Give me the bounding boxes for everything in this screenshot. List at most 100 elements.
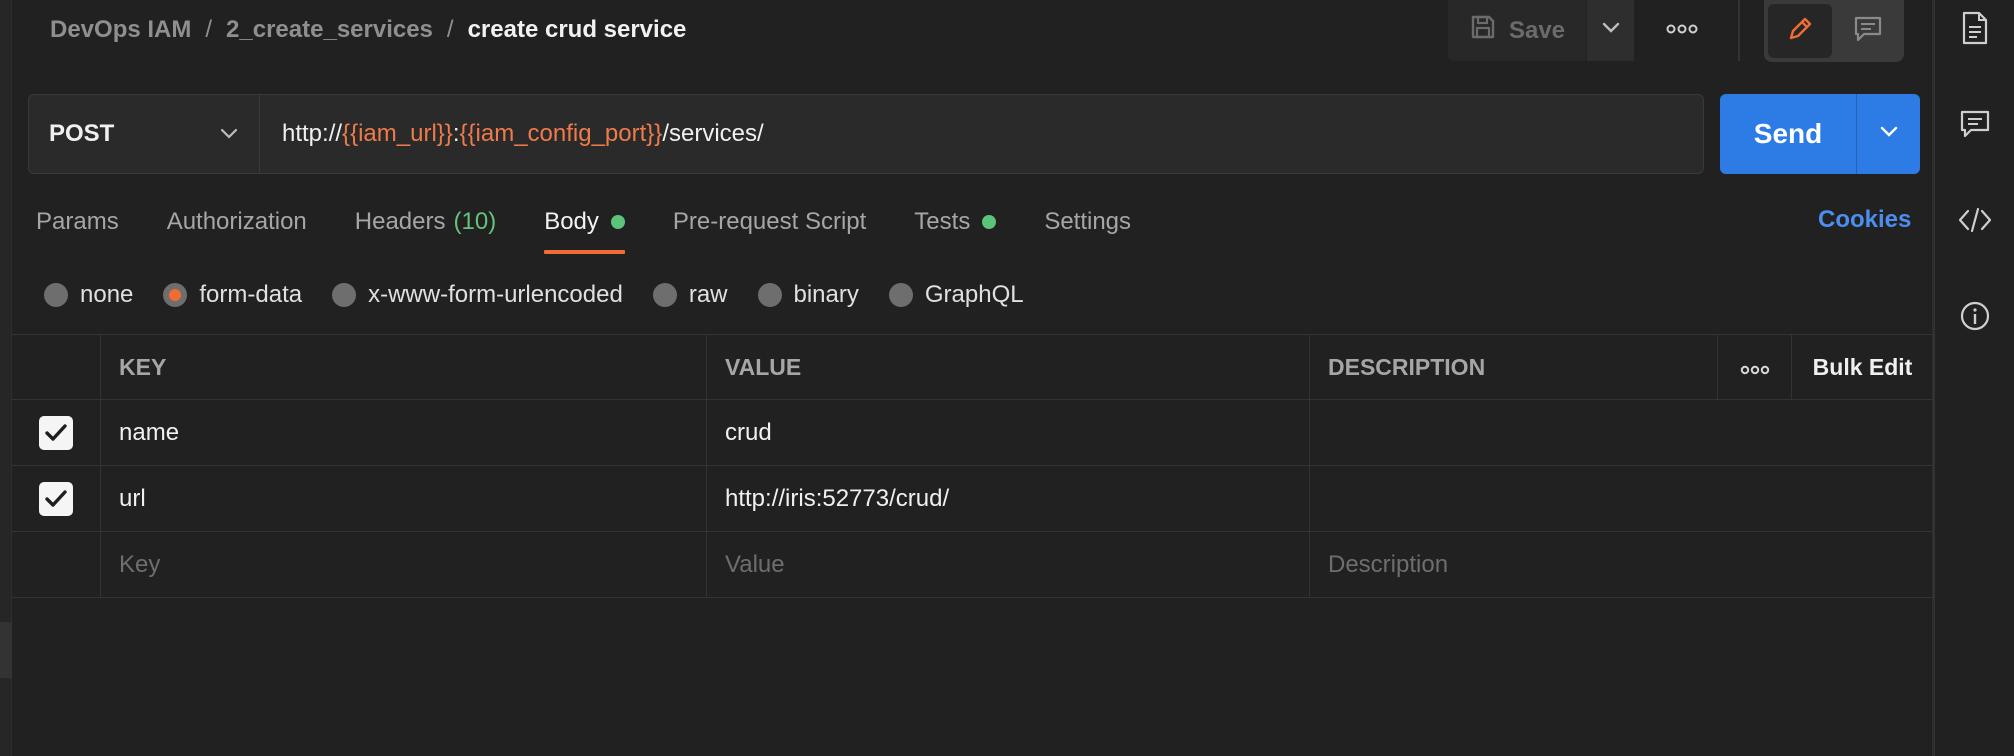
radio-button[interactable] [888, 283, 913, 307]
value-placeholder: Value [725, 550, 785, 578]
save-options-button[interactable] [1586, 0, 1634, 61]
method-select[interactable]: POST [28, 94, 260, 174]
key-input[interactable]: Key [101, 532, 707, 597]
key-cell[interactable]: name [101, 400, 707, 465]
tab-label: Tests [914, 208, 971, 235]
ellipsis-icon [1740, 354, 1770, 381]
method-label: POST [49, 120, 115, 147]
breadcrumb-folder[interactable]: 2_create_services [226, 16, 433, 44]
body-type-none[interactable]: none [44, 281, 133, 309]
tab-label: Body [544, 208, 599, 235]
pencil-icon [1785, 14, 1815, 49]
tab-label: Headers [354, 208, 446, 235]
cookies-link[interactable]: Cookies [1818, 206, 1911, 234]
more-actions-button[interactable] [1660, 14, 1704, 46]
value-cell[interactable]: http://iris:52773/crud/ [707, 466, 1310, 531]
url-variable: {{iam_url}} [342, 120, 453, 147]
radio-button[interactable] [44, 283, 68, 307]
radio-label: form-data [199, 281, 303, 308]
send-button[interactable]: Send [1720, 94, 1856, 174]
edit-mode-button[interactable] [1768, 4, 1832, 58]
key-placeholder: Key [119, 550, 161, 578]
value-cell[interactable]: crud [707, 400, 1310, 465]
document-icon [1961, 11, 1989, 50]
tab-pre-request-script[interactable]: Pre-request Script [673, 200, 866, 244]
key-text: name [119, 418, 180, 446]
form-data-table: KEY VALUE DESCRIPTION Bulk Edit name cru… [12, 334, 1934, 598]
row-enabled-checkbox[interactable] [39, 415, 73, 450]
url-input[interactable]: http://{{iam_url}}: {{iam_config_port}}/s… [260, 94, 1704, 174]
radio-label: GraphQL [924, 281, 1024, 308]
tab-settings[interactable]: Settings [1044, 200, 1131, 244]
request-title[interactable]: create crud service [468, 16, 687, 44]
bulk-edit-button[interactable]: Bulk Edit [1792, 335, 1934, 399]
comments-icon [1959, 109, 1991, 144]
table-row: url http://iris:52773/crud/ [12, 466, 1934, 532]
tab-params[interactable]: Params [36, 200, 119, 244]
breadcrumb-separator: / [205, 16, 213, 43]
radio-button[interactable] [757, 283, 782, 307]
value-input[interactable]: Value [707, 532, 1310, 597]
row-check-cell [12, 400, 101, 465]
column-header-value: VALUE [707, 335, 1310, 399]
body-type-raw[interactable]: raw [652, 281, 728, 309]
comments-button[interactable] [1957, 108, 1993, 144]
breadcrumb-collection[interactable]: DevOps IAM [50, 16, 191, 44]
header-check-cell [12, 335, 101, 399]
description-placeholder: Description [1328, 550, 1449, 578]
radio-button-selected[interactable] [163, 283, 188, 307]
view-mode-toggle [1764, 0, 1904, 62]
breadcrumb: DevOps IAM / 2_create_services / create … [50, 14, 686, 46]
tab-authorization[interactable]: Authorization [167, 200, 307, 244]
request-tabs: Params Authorization Headers (10) Body Pr… [36, 200, 1179, 254]
tab-body[interactable]: Body [544, 200, 625, 254]
column-header-key: KEY [101, 335, 707, 399]
code-icon [1958, 206, 1992, 239]
comment-icon [1852, 14, 1884, 49]
code-snippet-button[interactable] [1957, 204, 1993, 240]
tab-label: Pre-request Script [672, 208, 867, 235]
tab-label: Authorization [166, 208, 307, 235]
ellipsis-icon [1666, 21, 1698, 39]
table-row: name crud [12, 400, 1934, 466]
body-type-graphql[interactable]: GraphQL [888, 281, 1024, 309]
row-check-cell [12, 532, 101, 597]
send-label: Send [1753, 118, 1823, 149]
body-type-urlencoded[interactable]: x-www-form-urlencoded [332, 281, 623, 309]
table-row-new: Key Value Description [12, 532, 1934, 598]
description-cell[interactable] [1310, 400, 1934, 465]
body-type-form-data[interactable]: form-data [163, 281, 302, 309]
tab-tests[interactable]: Tests [914, 200, 997, 244]
description-input[interactable]: Description [1310, 532, 1934, 597]
right-sidebar [1934, 0, 2014, 756]
url-segment: http:// [282, 120, 343, 147]
url-segment: /services/ [662, 120, 764, 147]
radio-label: x-www-form-urlencoded [368, 281, 623, 308]
description-cell[interactable] [1310, 466, 1934, 531]
send-options-button[interactable] [1856, 94, 1920, 174]
radio-button[interactable] [332, 283, 357, 307]
tab-label: Params [36, 208, 119, 235]
column-header-description: DESCRIPTION [1310, 335, 1718, 399]
breadcrumb-separator: / [446, 16, 454, 43]
key-cell[interactable]: url [101, 466, 707, 531]
toolbar-divider [1738, 0, 1740, 61]
tab-label: Settings [1044, 208, 1132, 235]
radio-button[interactable] [652, 283, 677, 307]
key-text: url [119, 484, 146, 512]
comment-mode-button[interactable] [1836, 4, 1900, 58]
radio-label: raw [688, 281, 728, 308]
tab-headers[interactable]: Headers (10) [355, 200, 496, 244]
documentation-button[interactable] [1957, 11, 1993, 50]
chevron-down-icon [1601, 21, 1621, 40]
left-panel-handle[interactable] [0, 622, 12, 678]
body-type-binary[interactable]: binary [757, 281, 859, 309]
info-button[interactable] [1957, 300, 1993, 336]
info-icon [1959, 300, 1991, 337]
save-button[interactable]: Save [1448, 0, 1586, 61]
chevron-down-icon [1879, 125, 1899, 144]
row-enabled-checkbox[interactable] [39, 481, 73, 516]
body-type-radio-group: none form-data x-www-form-urlencoded raw… [44, 278, 1054, 312]
radio-label: binary [793, 281, 859, 308]
column-options-button[interactable] [1718, 335, 1792, 399]
